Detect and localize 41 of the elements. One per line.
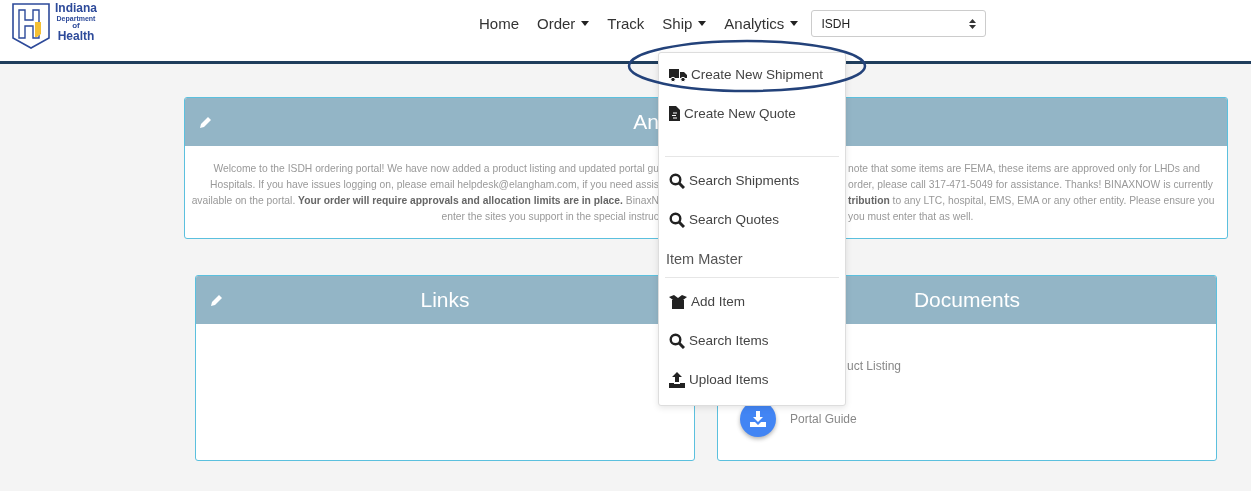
- nav-link[interactable]: Analytics: [715, 9, 808, 38]
- menu-heading: Item Master: [665, 250, 744, 269]
- sort-arrows-icon: [969, 18, 977, 29]
- nav-link[interactable]: Home: [470, 9, 528, 38]
- menu-item[interactable]: Search Shipments: [659, 161, 845, 200]
- menu-item[interactable]: Upload Items: [659, 360, 845, 399]
- announcement-text: Welcome to the ISDH ordering portal! We have now added a product listing and updated portal gu: [212, 162, 659, 176]
- logo-text: Health: [57, 30, 95, 42]
- nav-link[interactable]: Track: [598, 9, 654, 38]
- announcement-text: order, please call 317-471-5049 for assistance. Thanks! BINAXNOW is currently: [848, 178, 1214, 192]
- menu-item[interactable]: Search Quotes: [659, 200, 845, 239]
- document-icon: [669, 106, 680, 121]
- announcement-text: note that some items are FEMA, these items are approved only for LHDs and: [848, 162, 1201, 176]
- announcement-text: tribution to any LTC, hospital, EMS, EMA or any other entity. Please ensure you: [848, 194, 1216, 208]
- menu-item[interactable]: Create New Quote: [659, 94, 845, 133]
- logo-text: Indiana: [55, 2, 97, 14]
- caret-icon: [698, 21, 707, 26]
- search-icon: [669, 211, 685, 228]
- announcement-text: Hospitals. If you have issues logging on, please email helpdesk@elangham.com, if you need assis: [209, 178, 659, 192]
- card-title: An: [633, 110, 659, 134]
- search-icon: [669, 172, 685, 189]
- caret-icon: [581, 21, 590, 26]
- announcement-text: available on the portal. Your order will require approvals and allocation limits are in place. BinaxN: [190, 194, 659, 208]
- pencil-icon[interactable]: [210, 294, 223, 307]
- nav-link[interactable]: Order: [528, 9, 599, 38]
- upload-icon: [669, 371, 685, 388]
- menu-item[interactable]: Search Items: [659, 321, 845, 360]
- announcement-text: enter the sites you support in the special instruc: [440, 210, 659, 224]
- document-link[interactable]: Portal Guide: [790, 412, 857, 426]
- site-select[interactable]: ISDH: [811, 10, 987, 37]
- card-title: Links: [420, 288, 470, 312]
- card-title: Documents: [913, 288, 1021, 312]
- truck-icon: [669, 67, 687, 82]
- menu-item[interactable]: Add Item: [659, 282, 845, 321]
- caret-icon: [790, 21, 799, 26]
- pencil-icon[interactable]: [199, 115, 212, 129]
- nav-link[interactable]: Ship: [653, 9, 716, 38]
- logo-text: of: [72, 22, 80, 30]
- download-icon: [750, 411, 766, 427]
- announcement-text: you must enter that as well.: [848, 210, 975, 224]
- search-icon: [669, 332, 685, 349]
